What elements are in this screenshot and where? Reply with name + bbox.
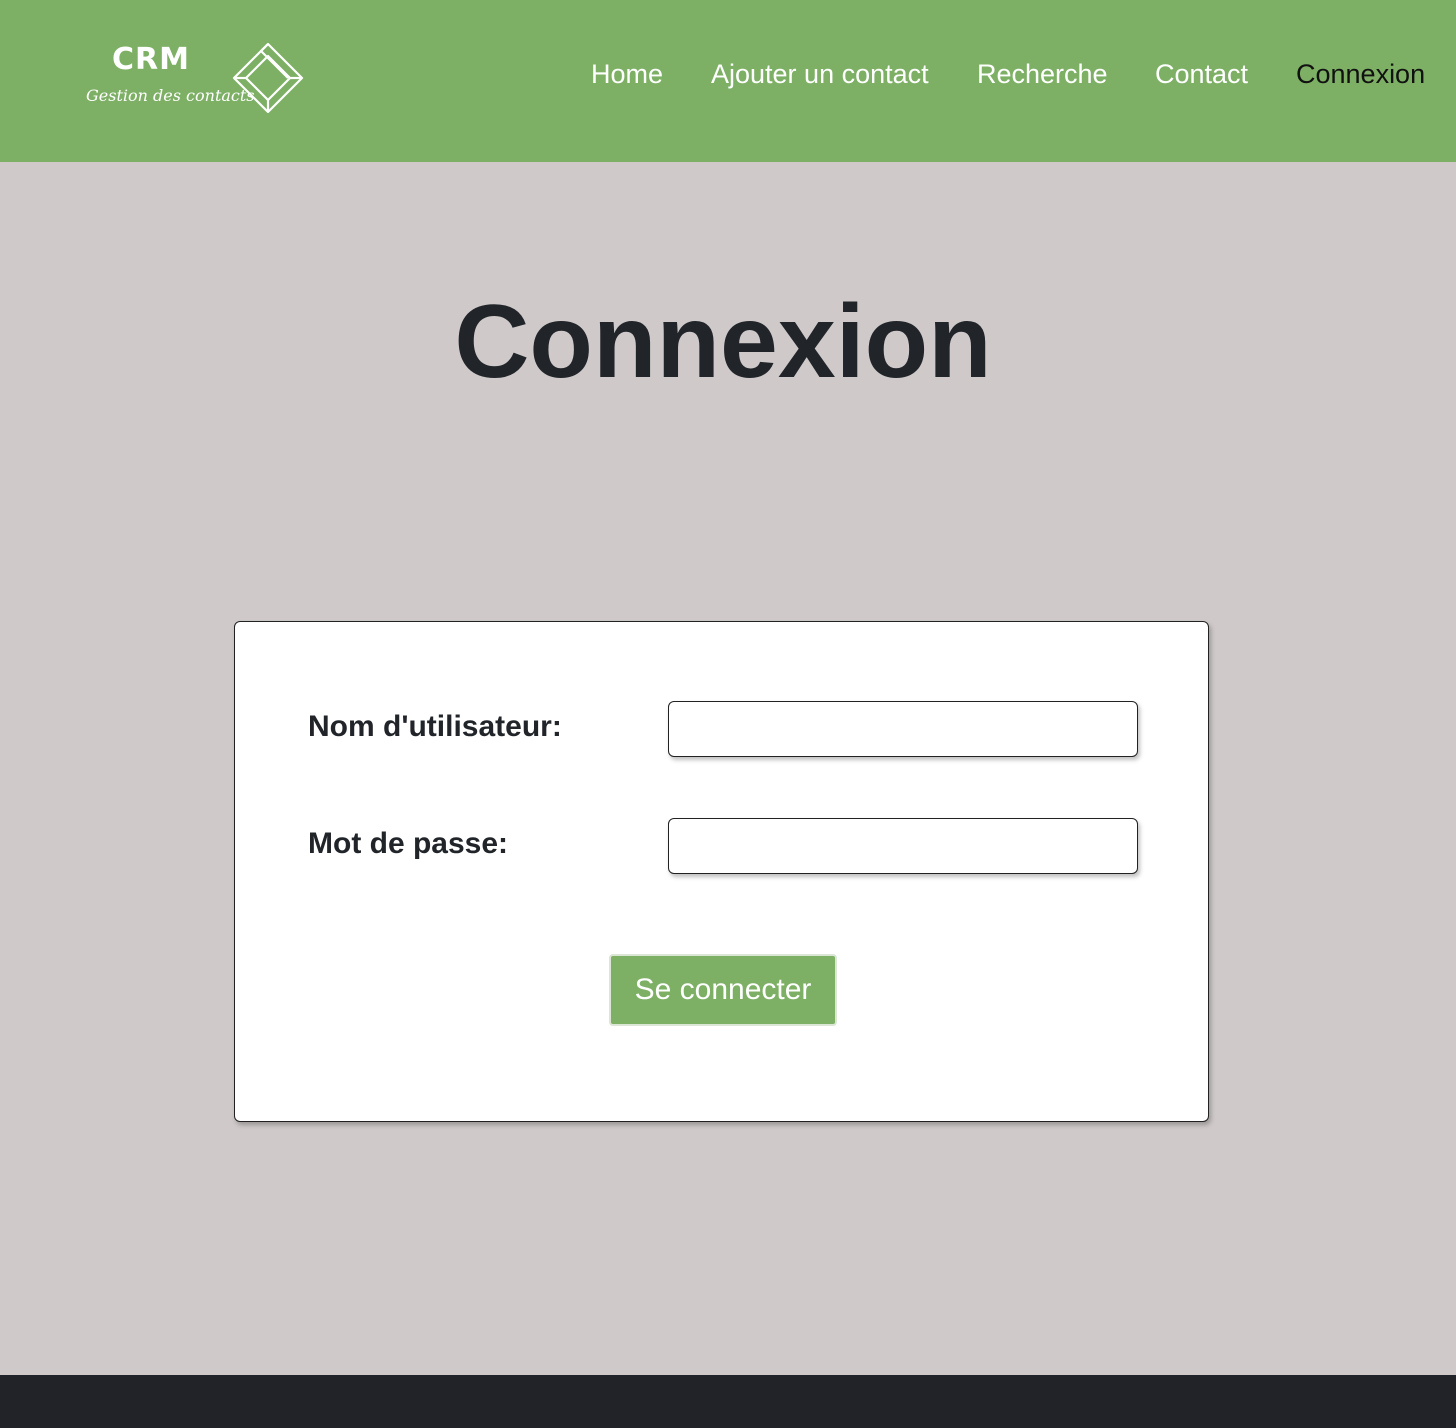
page-title: Connexion [454, 284, 992, 400]
username-input[interactable] [668, 701, 1138, 757]
nav-item-contact[interactable]: Contact [1155, 56, 1248, 92]
password-label: Mot de passe: [308, 827, 509, 860]
nav-item-home[interactable]: Home [591, 56, 663, 92]
site-footer [0, 1375, 1456, 1428]
password-input[interactable] [668, 818, 1138, 874]
nav-item-connexion[interactable]: Connexion [1296, 56, 1425, 92]
nav-item-ajouter-un-contact[interactable]: Ajouter un contact [711, 56, 929, 92]
login-form: Nom d'utilisateur: Mot de passe: Se conn… [234, 621, 1209, 1122]
nav-item-recherche[interactable]: Recherche [977, 56, 1108, 92]
site-header: CRM Gestion des contacts Home Ajouter un… [0, 0, 1456, 162]
main-nav: Home Ajouter un contact Recherche Contac… [0, 56, 1456, 96]
username-label: Nom d'utilisateur: [308, 710, 562, 743]
login-button[interactable]: Se connecter [609, 954, 837, 1026]
